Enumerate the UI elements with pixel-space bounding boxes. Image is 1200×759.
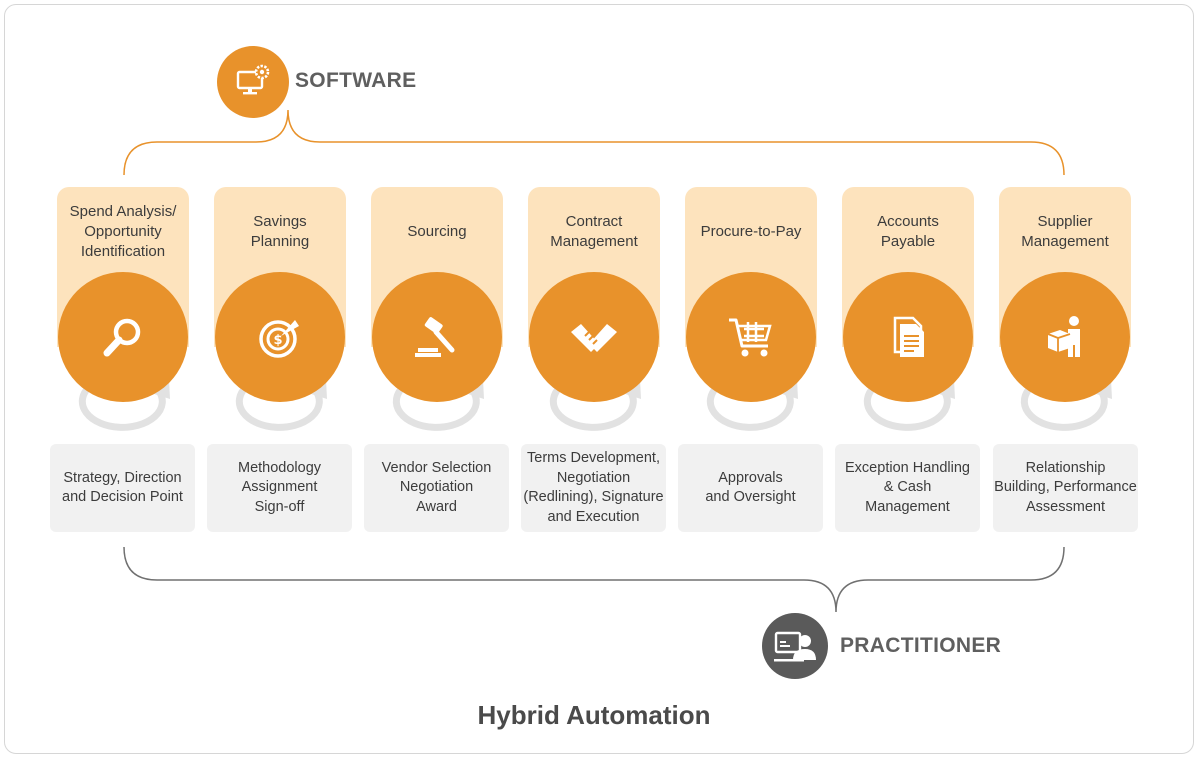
step-label: Supplier Management [1021,213,1109,250]
step-circle [1000,272,1130,402]
practitioner-task-card: Terms Development, Negotiation (Redlinin… [521,444,666,532]
practitioner-task-card: Strategy, Direction and Decision Point [50,444,195,532]
step-label: Savings Planning [250,213,310,250]
presenter-screen-icon [762,613,828,679]
step-circle [58,272,188,402]
step-circle [686,272,816,402]
practitioner-label: PRACTITIONER [840,634,1002,657]
step-circle [529,272,659,402]
step-label: Accounts Payable [877,213,939,250]
software-label: SOFTWARE [295,69,417,92]
person-box-icon [1047,316,1080,357]
shopping-cart-icon [729,318,772,357]
practitioner-task-card: Methodology Assignment Sign-off [207,444,352,532]
practitioner-task-card: Exception Handling & Cash Management [835,444,980,532]
practitioner-task-card: Approvals and Oversight [678,444,823,532]
software-bracket [123,109,1065,176]
step-label: Spend Analysis/ Opportunity Identificati… [69,203,177,260]
step-circle: $ [215,272,345,402]
diagram-title: Hybrid Automation [477,700,711,730]
step-label: Contract Management [550,213,638,250]
step-label: Sourcing [407,223,467,240]
practitioner-task-card: Relationship Building, Performance Asses… [993,444,1138,532]
gavel-icon [415,317,455,357]
step-circle [843,272,973,402]
svg-text:$: $ [273,333,282,348]
computer-gear-icon [217,46,289,118]
handshake-icon [571,324,617,352]
documents-icon [893,316,924,357]
practitioner-task-card: Vendor Selection Negotiation Award [364,444,509,532]
magnifier-icon [103,318,141,357]
practitioner-bracket [123,546,1065,613]
step-circle [372,272,502,402]
step-label: Procure-to-Pay [700,223,802,240]
target-icon: $ [259,320,299,358]
